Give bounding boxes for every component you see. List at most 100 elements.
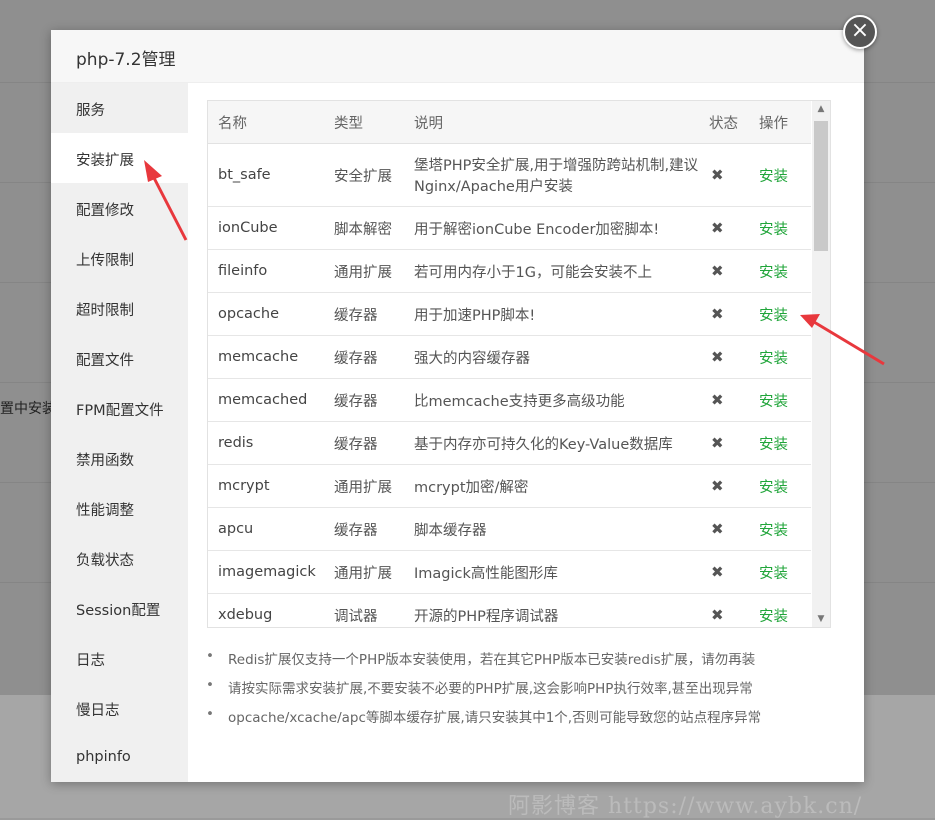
header-name: 名称 — [208, 101, 324, 144]
install-link[interactable]: 安装 — [749, 464, 811, 508]
sidebar-item-config-file[interactable]: 配置文件 — [51, 333, 188, 383]
status-x-icon: ✖ — [699, 464, 749, 508]
scroll-down-arrow-icon[interactable]: ▼ — [812, 611, 830, 627]
note-item: opcache/xcache/apc等脚本缓存扩展,请只安装其中1个,否则可能导… — [204, 706, 854, 735]
status-x-icon: ✖ — [699, 507, 749, 551]
status-x-icon: ✖ — [699, 593, 749, 627]
ext-desc: mcrypt加密/解密 — [404, 464, 699, 508]
install-link[interactable]: 安装 — [749, 378, 811, 422]
ext-desc: Imagick高性能图形库 — [404, 550, 699, 594]
ext-desc: 开源的PHP程序调试器 — [404, 593, 699, 627]
sidebar-item-disabled-functions[interactable]: 禁用函数 — [51, 433, 188, 483]
ext-name: memcache — [208, 335, 324, 379]
ext-desc: 堡塔PHP安全扩展,用于增强防跨站机制,建议Nginx/Apache用户安装 — [404, 143, 699, 207]
ext-type: 缓存器 — [324, 507, 404, 551]
scroll-up-arrow-icon[interactable]: ▲ — [812, 101, 830, 117]
ext-desc: 脚本缓存器 — [404, 507, 699, 551]
ext-type: 通用扩展 — [324, 249, 404, 293]
ext-desc: 基于内存亦可持久化的Key-Value数据库 — [404, 421, 699, 465]
header-status: 状态 — [699, 101, 749, 144]
sidebar-item-fpm-config[interactable]: FPM配置文件 — [51, 383, 188, 433]
scroll-thumb[interactable] — [814, 121, 828, 251]
status-x-icon: ✖ — [699, 249, 749, 293]
status-x-icon: ✖ — [699, 335, 749, 379]
ext-name: opcache — [208, 292, 324, 336]
sidebar-item-service[interactable]: 服务 — [51, 83, 188, 133]
ext-desc: 用于解密ionCube Encoder加密脚本! — [404, 206, 699, 250]
background-partial-text: 置中安装 — [0, 401, 56, 417]
status-x-icon: ✖ — [699, 421, 749, 465]
status-x-icon: ✖ — [699, 550, 749, 594]
sidebar-item-log[interactable]: 日志 — [51, 633, 188, 683]
sidebar-item-timeout-limit[interactable]: 超时限制 — [51, 283, 188, 333]
note-item: 请按实际需求安装扩展,不要安装不必要的PHP扩展,这会影响PHP执行效率,甚至出… — [204, 677, 854, 706]
sidebar-item-install-extension[interactable]: 安装扩展 — [51, 133, 188, 183]
ext-name: fileinfo — [208, 249, 324, 293]
table-row: memcache 缓存器 强大的内容缓存器 ✖ 安装 — [208, 335, 811, 379]
table-row: imagemagick 通用扩展 Imagick高性能图形库 ✖ 安装 — [208, 550, 811, 594]
sidebar-item-upload-limit[interactable]: 上传限制 — [51, 233, 188, 283]
header-type: 类型 — [324, 101, 404, 144]
ext-desc: 比memcache支持更多高级功能 — [404, 378, 699, 422]
table-row: xdebug 调试器 开源的PHP程序调试器 ✖ 安装 — [208, 593, 811, 627]
php-manage-modal: php-7.2管理 服务 安装扩展 配置修改 上传限制 超时限制 配置文件 FP… — [51, 30, 864, 782]
ext-name: ionCube — [208, 206, 324, 250]
sidebar-item-load-status[interactable]: 负载状态 — [51, 533, 188, 583]
table-row: redis 缓存器 基于内存亦可持久化的Key-Value数据库 ✖ 安装 — [208, 421, 811, 465]
ext-name: xdebug — [208, 593, 324, 627]
table-row: fileinfo 通用扩展 若可用内存小于1G，可能会安装不上 ✖ 安装 — [208, 249, 811, 293]
ext-type: 脚本解密 — [324, 206, 404, 250]
modal-title: php-7.2管理 — [76, 50, 176, 70]
install-link[interactable]: 安装 — [749, 206, 811, 250]
close-icon[interactable]: × — [843, 15, 877, 49]
sidebar-item-slow-log[interactable]: 慢日志 — [51, 683, 188, 733]
table-header-row: 名称 类型 说明 状态 操作 — [208, 101, 811, 144]
ext-type: 缓存器 — [324, 292, 404, 336]
table-row: bt_safe 安全扩展 堡塔PHP安全扩展,用于增强防跨站机制,建议Nginx… — [208, 143, 811, 207]
table-row: ionCube 脚本解密 用于解密ionCube Encoder加密脚本! ✖ … — [208, 206, 811, 250]
watermark: 阿影博客 https://www.aybk.cn/ — [508, 794, 863, 819]
ext-name: mcrypt — [208, 464, 324, 508]
help-notes: Redis扩展仅支持一个PHP版本安装使用，若在其它PHP版本已安装redis扩… — [204, 648, 854, 735]
header-action: 操作 — [749, 101, 811, 144]
ext-name: memcached — [208, 378, 324, 422]
sidebar-item-session[interactable]: Session配置 — [51, 583, 188, 633]
ext-desc: 若可用内存小于1G，可能会安装不上 — [404, 249, 699, 293]
extensions-table: 名称 类型 说明 状态 操作 bt_safe 安全扩展 堡塔PHP安全扩展,用于… — [208, 101, 811, 627]
status-x-icon: ✖ — [699, 292, 749, 336]
table-row: apcu 缓存器 脚本缓存器 ✖ 安装 — [208, 507, 811, 551]
ext-type: 通用扩展 — [324, 464, 404, 508]
ext-type: 通用扩展 — [324, 550, 404, 594]
ext-type: 缓存器 — [324, 421, 404, 465]
ext-type: 调试器 — [324, 593, 404, 627]
table-row: opcache 缓存器 用于加速PHP脚本! ✖ 安装 — [208, 292, 811, 336]
sidebar-item-performance[interactable]: 性能调整 — [51, 483, 188, 533]
ext-type: 缓存器 — [324, 335, 404, 379]
table-row: mcrypt 通用扩展 mcrypt加密/解密 ✖ 安装 — [208, 464, 811, 508]
modal-header: php-7.2管理 — [51, 30, 864, 83]
install-link[interactable]: 安装 — [749, 593, 811, 627]
ext-type: 缓存器 — [324, 378, 404, 422]
install-link[interactable]: 安装 — [749, 421, 811, 465]
table-row: memcached 缓存器 比memcache支持更多高级功能 ✖ 安装 — [208, 378, 811, 422]
table-scrollbar[interactable]: ▲ ▼ — [812, 101, 830, 627]
install-link[interactable]: 安装 — [749, 143, 811, 207]
status-x-icon: ✖ — [699, 143, 749, 207]
note-item: Redis扩展仅支持一个PHP版本安装使用，若在其它PHP版本已安装redis扩… — [204, 648, 854, 677]
sidebar: 服务 安装扩展 配置修改 上传限制 超时限制 配置文件 FPM配置文件 禁用函数… — [51, 83, 188, 782]
ext-desc: 用于加速PHP脚本! — [404, 292, 699, 336]
sidebar-item-phpinfo[interactable]: phpinfo — [51, 733, 188, 783]
header-desc: 说明 — [404, 101, 699, 144]
install-link[interactable]: 安装 — [749, 507, 811, 551]
ext-name: apcu — [208, 507, 324, 551]
install-link[interactable]: 安装 — [749, 249, 811, 293]
ext-desc: 强大的内容缓存器 — [404, 335, 699, 379]
sidebar-item-config-edit[interactable]: 配置修改 — [51, 183, 188, 233]
status-x-icon: ✖ — [699, 206, 749, 250]
install-link[interactable]: 安装 — [749, 335, 811, 379]
ext-name: imagemagick — [208, 550, 324, 594]
extensions-table-container[interactable]: 名称 类型 说明 状态 操作 bt_safe 安全扩展 堡塔PHP安全扩展,用于… — [207, 100, 831, 628]
status-x-icon: ✖ — [699, 378, 749, 422]
install-link[interactable]: 安装 — [749, 550, 811, 594]
install-link[interactable]: 安装 — [749, 292, 811, 336]
